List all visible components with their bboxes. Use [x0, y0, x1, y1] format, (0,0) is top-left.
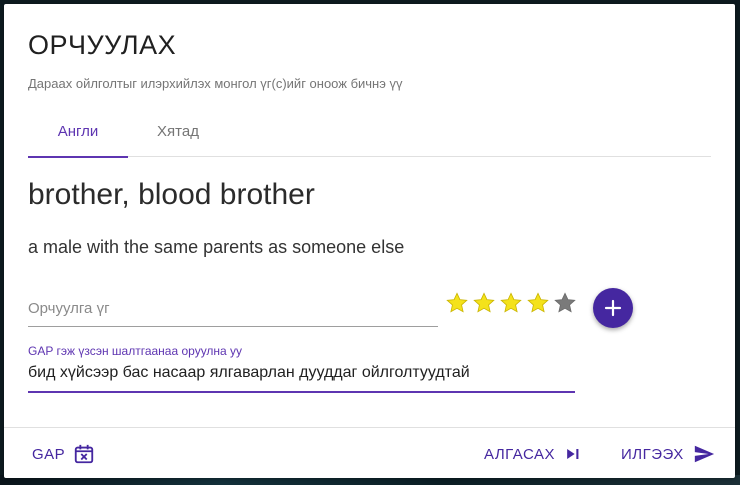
- translation-field: [28, 296, 438, 327]
- tab-english[interactable]: Англи: [28, 114, 128, 158]
- tab-chinese[interactable]: Хятад: [138, 114, 218, 156]
- star-icon[interactable]: [526, 291, 550, 315]
- gap-button[interactable]: GAP: [32, 439, 95, 469]
- dialog-subtitle: Дараах ойлголтыг илэрхийлэх монгол үг(с)…: [28, 76, 403, 91]
- star-icon[interactable]: [472, 291, 496, 315]
- add-button[interactable]: [593, 288, 633, 328]
- translate-dialog: ОРЧУУЛАХ Дараах ойлголтыг илэрхийлэх мон…: [4, 4, 735, 478]
- gap-button-label: GAP: [32, 445, 66, 463]
- rating-stars: [445, 291, 577, 317]
- term-definition: a male with the same parents as someone …: [28, 237, 405, 257]
- dialog-title: ОРЧУУЛАХ: [28, 30, 177, 60]
- star-icon[interactable]: [445, 291, 469, 315]
- dialog-footer: GAP АЛГАСАХ ИЛГЭЭХ: [4, 427, 735, 479]
- plus-icon: [604, 299, 622, 317]
- gap-reason-label: GAP гэж үзсэн шалтгаанаа оруулна уу: [28, 344, 243, 358]
- send-button[interactable]: ИЛГЭЭХ: [621, 439, 716, 469]
- term-word: brother, blood brother: [28, 178, 315, 211]
- gap-reason-field[interactable]: GAP гэж үзсэн шалтгаанаа оруулна уу бид …: [28, 344, 575, 393]
- tab-english-label: Англи: [57, 123, 99, 140]
- tab-active-indicator: [28, 156, 128, 158]
- skip-button[interactable]: АЛГАСАХ: [484, 439, 583, 469]
- star-icon[interactable]: [499, 291, 523, 315]
- send-button-label: ИЛГЭЭХ: [621, 445, 684, 463]
- skip-button-label: АЛГАСАХ: [484, 445, 555, 463]
- gap-reason-input[interactable]: бид хүйсээр бас насаар ялгаварлан дуудда…: [28, 364, 470, 382]
- calendar-remove-icon: [75, 444, 94, 464]
- send-icon: [694, 445, 714, 463]
- translation-input[interactable]: [28, 296, 438, 321]
- star-icon[interactable]: [553, 291, 577, 315]
- skip-next-icon: [567, 449, 579, 459]
- language-tabs: Англи Хятад: [28, 114, 711, 158]
- tab-chinese-label: Хятад: [157, 123, 199, 140]
